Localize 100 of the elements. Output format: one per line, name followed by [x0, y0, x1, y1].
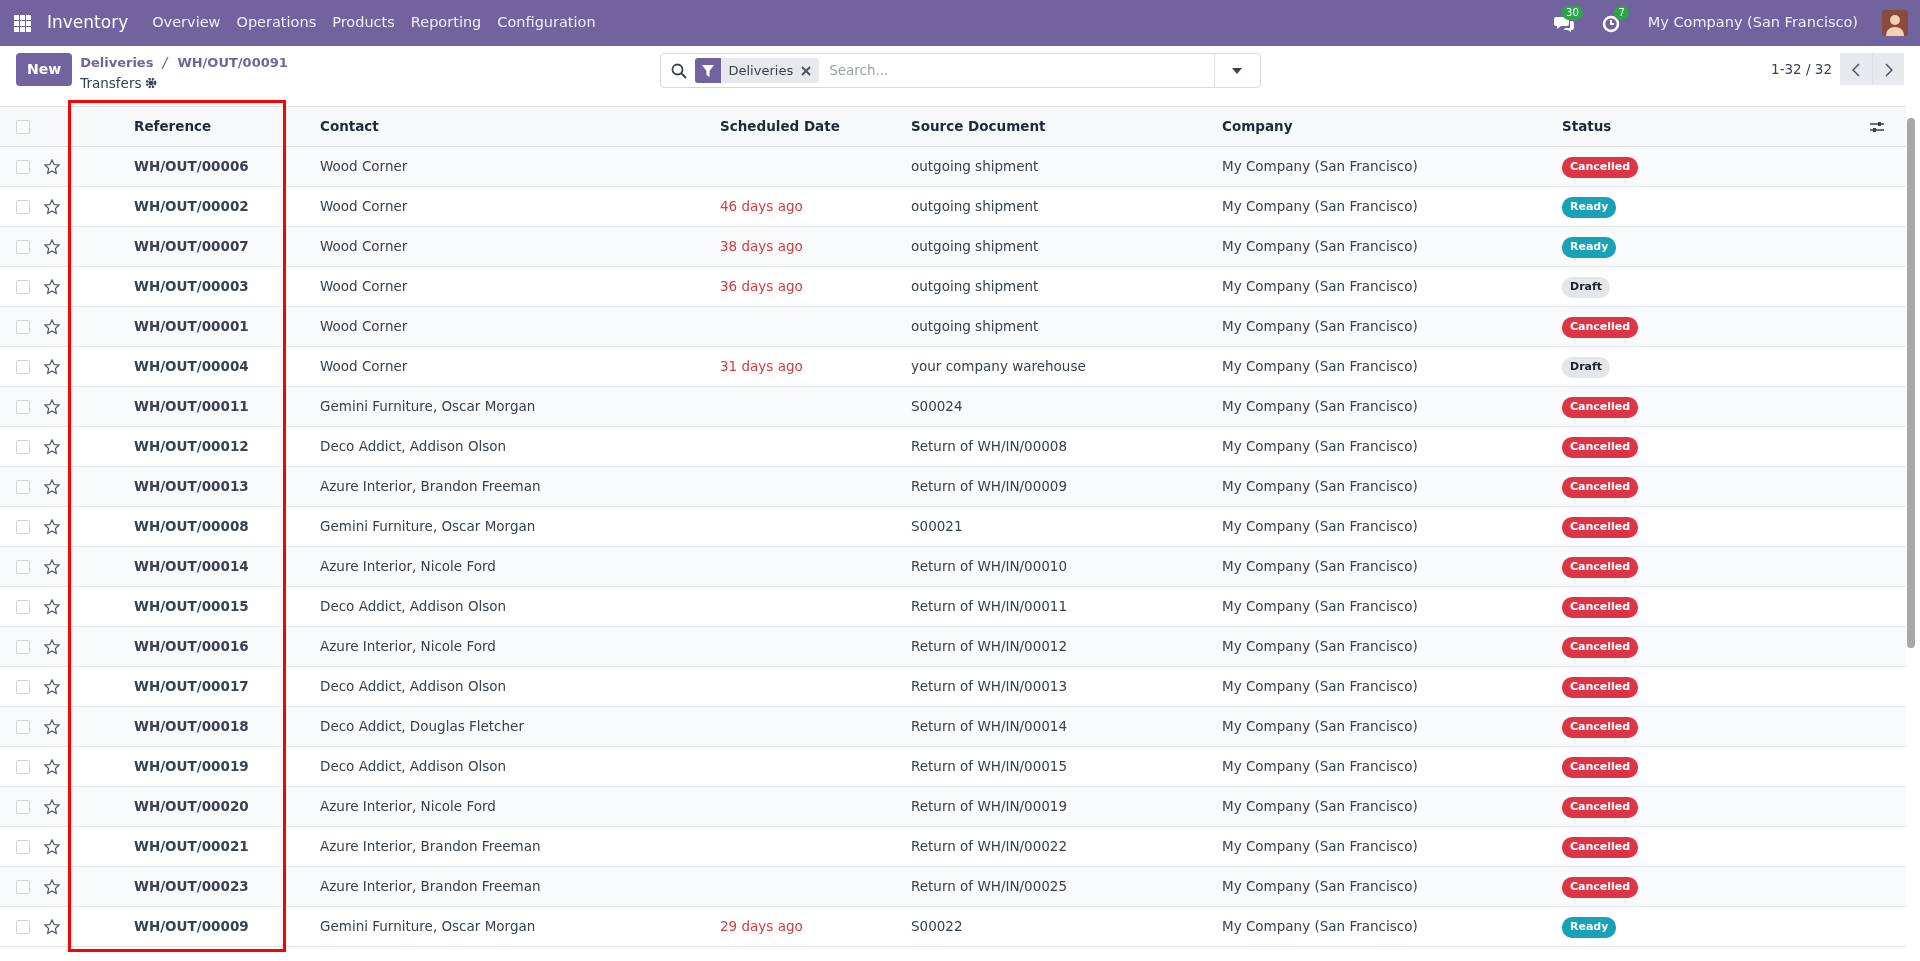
star-icon[interactable] — [44, 599, 60, 616]
column-header[interactable]: Reference — [134, 118, 212, 135]
dropdown-caret-icon[interactable] — [1232, 67, 1242, 74]
row-checkbox[interactable] — [16, 160, 30, 175]
breadcrumb-link[interactable]: WH/OUT/00091 — [177, 53, 288, 73]
column-settings-icon[interactable] — [1870, 121, 1884, 134]
contact-cell: Wood Corner — [320, 238, 408, 255]
row-checkbox[interactable] — [16, 880, 30, 895]
row-checkbox[interactable] — [16, 920, 30, 935]
menu-item[interactable]: Reporting — [410, 12, 482, 34]
star-icon[interactable] — [44, 719, 60, 736]
star-icon[interactable] — [44, 919, 60, 936]
star-icon[interactable] — [44, 879, 60, 896]
source-document-cell: S00022 — [911, 918, 963, 935]
source-document-cell: Return of WH/IN/00008 — [911, 438, 1067, 455]
filter-facet[interactable]: Deliveries — [694, 58, 820, 83]
settings-icon[interactable] — [145, 76, 158, 89]
status-badge: Cancelled — [1562, 837, 1639, 858]
search-icon[interactable] — [670, 62, 687, 79]
reference-cell: WH/OUT/00002 — [134, 198, 249, 215]
star-icon[interactable] — [44, 159, 60, 176]
source-document-cell: outgoing shipment — [911, 238, 1039, 255]
company-cell: My Company (San Francisco) — [1222, 158, 1418, 175]
star-icon[interactable] — [44, 359, 60, 376]
chevron-right-icon — [1884, 62, 1893, 77]
row-checkbox[interactable] — [16, 760, 30, 775]
apps-menu-icon[interactable] — [14, 14, 31, 32]
search-field[interactable]: Deliveries Search... — [659, 53, 1261, 88]
star-icon[interactable] — [44, 239, 60, 256]
contact-cell: Azure Interior, Nicole Ford — [320, 558, 496, 575]
menu-item[interactable]: Products — [332, 12, 395, 34]
clock-icon[interactable] — [1601, 14, 1620, 33]
contact-cell: Deco Addict, Douglas Fletcher — [320, 718, 524, 735]
star-icon[interactable] — [44, 679, 60, 696]
status-badge: Cancelled — [1562, 597, 1639, 618]
row-checkbox[interactable] — [16, 480, 30, 495]
reference-cell: WH/OUT/00006 — [134, 158, 249, 175]
new-button[interactable]: New — [16, 53, 73, 86]
column-header[interactable]: Source Document — [911, 118, 1046, 135]
row-checkbox[interactable] — [16, 400, 30, 415]
status-badge: Cancelled — [1562, 677, 1639, 698]
company-name[interactable]: My Company (San Francisco) — [1647, 12, 1858, 34]
close-icon[interactable] — [801, 65, 812, 76]
row-checkbox[interactable] — [16, 200, 30, 215]
row-checkbox[interactable] — [16, 640, 30, 655]
column-header[interactable]: Company — [1222, 118, 1293, 135]
menu-item[interactable]: Configuration — [497, 12, 596, 34]
star-icon[interactable] — [44, 559, 60, 576]
column-header[interactable]: Status — [1562, 118, 1612, 135]
row-checkbox[interactable] — [16, 280, 30, 295]
filter-icon — [701, 64, 714, 77]
star-icon[interactable] — [44, 839, 60, 856]
star-icon[interactable] — [44, 639, 60, 656]
star-icon[interactable] — [44, 759, 60, 776]
row-checkbox[interactable] — [16, 600, 30, 615]
reference-cell: WH/OUT/00008 — [134, 518, 249, 535]
app-name-link[interactable]: Inventory — [47, 10, 129, 36]
menu-item[interactable]: Operations — [236, 12, 317, 34]
status-badge: Cancelled — [1562, 717, 1639, 738]
star-icon[interactable] — [44, 799, 60, 816]
breadcrumb-link[interactable]: Deliveries — [80, 53, 154, 73]
pager-value[interactable]: 1-32 / 32 — [1771, 58, 1832, 80]
company-cell: My Company (San Francisco) — [1222, 478, 1418, 495]
row-checkbox[interactable] — [16, 320, 30, 335]
status-badge: Cancelled — [1562, 877, 1639, 898]
menu-item[interactable]: Overview — [152, 12, 221, 34]
row-checkbox[interactable] — [16, 560, 30, 575]
row-checkbox[interactable] — [16, 680, 30, 695]
star-icon[interactable] — [44, 279, 60, 296]
contact-cell: Deco Addict, Addison Olson — [320, 758, 507, 775]
source-document-cell: Return of WH/IN/00019 — [911, 798, 1067, 815]
avatar-icon[interactable] — [1882, 10, 1908, 36]
select-all-checkbox[interactable] — [16, 120, 30, 135]
reference-cell: WH/OUT/00013 — [134, 478, 249, 495]
row-checkbox[interactable] — [16, 720, 30, 735]
scheduled-date-cell: 29 days ago — [720, 918, 803, 935]
scheduled-date-cell: 38 days ago — [720, 238, 803, 255]
star-icon[interactable] — [44, 199, 60, 216]
row-checkbox[interactable] — [16, 440, 30, 455]
star-icon[interactable] — [44, 319, 60, 336]
row-checkbox[interactable] — [16, 520, 30, 535]
star-icon[interactable] — [44, 439, 60, 456]
reference-cell: WH/OUT/00014 — [134, 558, 249, 575]
star-icon[interactable] — [44, 479, 60, 496]
source-document-cell: Return of WH/IN/00015 — [911, 758, 1067, 775]
star-icon[interactable] — [44, 399, 60, 416]
reference-cell: WH/OUT/00016 — [134, 638, 249, 655]
row-checkbox[interactable] — [16, 800, 30, 815]
chat-icon[interactable] — [1553, 14, 1574, 33]
reference-cell: WH/OUT/00011 — [134, 398, 249, 415]
contact-cell: Deco Addict, Addison Olson — [320, 678, 507, 695]
row-checkbox[interactable] — [16, 840, 30, 855]
status-badge: Cancelled — [1562, 437, 1639, 458]
notification-count: 7 — [1614, 5, 1629, 20]
column-header[interactable]: Contact — [320, 118, 379, 135]
row-checkbox[interactable] — [16, 360, 30, 375]
row-checkbox[interactable] — [16, 240, 30, 255]
star-icon[interactable] — [44, 519, 60, 536]
company-cell: My Company (San Francisco) — [1222, 838, 1418, 855]
status-badge: Draft — [1562, 357, 1611, 378]
